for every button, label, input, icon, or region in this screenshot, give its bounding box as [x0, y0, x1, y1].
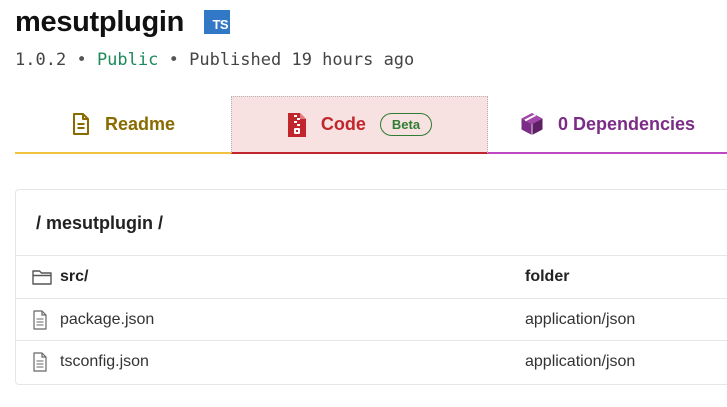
published-time: Published 19 hours ago [189, 50, 415, 70]
file-name-cell: tsconfig.json [32, 341, 149, 383]
file-type: folder [525, 268, 570, 285]
folder-icon [32, 269, 58, 285]
file-name-cell: src/ [32, 256, 88, 298]
package-header: mesutplugin TS [15, 2, 231, 42]
meta-separator: • [76, 50, 87, 70]
file-type: application/json [525, 311, 636, 328]
visibility-label: Public [96, 50, 159, 70]
file-name[interactable]: tsconfig.json [60, 353, 149, 371]
beta-badge: Beta [379, 113, 433, 136]
cube-icon [520, 112, 544, 136]
tab-dependencies-label: 0 Dependencies [557, 113, 696, 134]
file-browser: / mesutplugin / src/ folder package.json… [15, 189, 727, 385]
meta-separator: • [168, 50, 179, 70]
breadcrumb[interactable]: / mesutplugin / [36, 213, 163, 234]
file-name-cell: package.json [32, 299, 154, 341]
file-icon [32, 352, 58, 372]
tab-readme[interactable]: Readme [15, 96, 231, 154]
zip-file-icon [287, 112, 307, 138]
tab-code[interactable]: Code Beta [231, 96, 488, 154]
file-name[interactable]: src/ [60, 268, 88, 286]
tab-code-label: Code [320, 114, 366, 134]
file-type: application/json [525, 353, 636, 370]
typescript-badge-icon: TS [204, 10, 231, 34]
file-row-tsconfig-json[interactable]: tsconfig.json application/json [16, 340, 727, 382]
file-row-package-json[interactable]: package.json application/json [16, 298, 727, 340]
tab-dependencies[interactable]: 0 Dependencies [488, 96, 727, 154]
package-tabs: Readme Code Beta 0 Dependencies [15, 96, 727, 154]
file-row-src[interactable]: src/ folder [16, 255, 727, 297]
file-name[interactable]: package.json [60, 311, 154, 329]
tab-readme-label: Readme [104, 113, 176, 134]
package-name: mesutplugin [15, 5, 185, 38]
package-version: 1.0.2 [15, 50, 67, 70]
document-icon [71, 112, 91, 136]
package-meta: 1.0.2 • Public • Published 19 hours ago [15, 50, 414, 70]
file-icon [32, 310, 58, 330]
